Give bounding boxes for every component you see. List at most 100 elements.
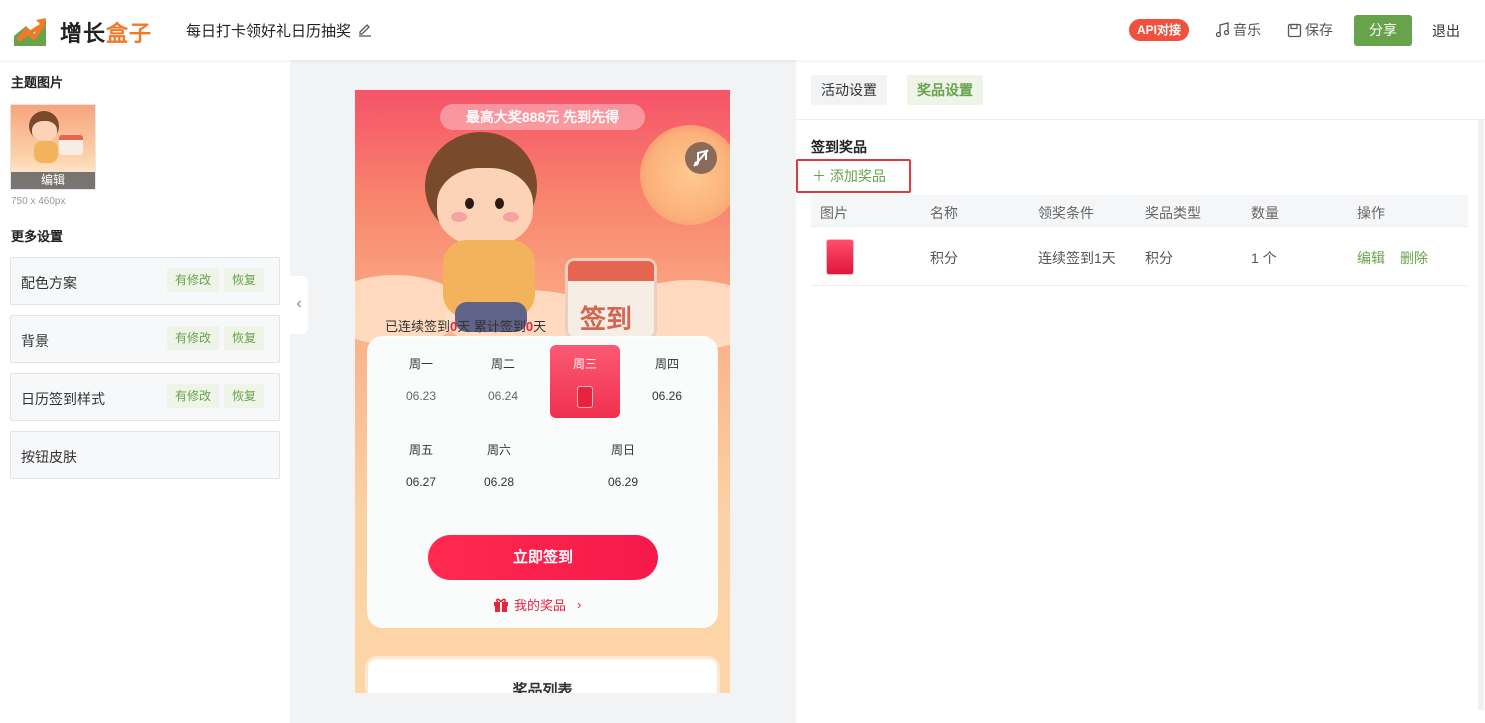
top-header: 增长盒子 每日打卡领好礼日历抽奖 API对接 音乐 保存 分享 退出 <box>0 0 1485 60</box>
character-cheek <box>451 212 467 222</box>
calendar-day[interactable]: 周四 06.26 <box>632 345 702 418</box>
streak-unit: 天 <box>457 319 471 334</box>
thumb-calendar <box>59 135 83 155</box>
column-header: 名称 <box>930 205 958 221</box>
weekday-label: 周三 <box>572 357 597 371</box>
weekday-label: 周日 <box>610 443 635 457</box>
calendar-day[interactable]: 周五 06.27 <box>386 431 456 504</box>
save-button[interactable]: 保存 <box>1287 20 1333 40</box>
date-label: 06.28 <box>483 475 515 489</box>
column-header: 图片 <box>820 205 848 221</box>
table-row: 积分 连续签到1天 积分 1 个 编辑 删除 <box>811 227 1468 286</box>
api-integration-badge[interactable]: API对接 <box>1129 19 1190 41</box>
character-eye <box>465 198 474 209</box>
date-label: 06.26 <box>651 389 683 403</box>
add-prize-button[interactable]: ＋ 添加奖品 <box>796 159 911 193</box>
sun-decoration <box>640 125 730 225</box>
total-prefix: 累计签到 <box>473 319 526 334</box>
prize-quantity: 1 个 <box>1251 250 1277 266</box>
right-config-panel: 活动设置 奖品设置 签到奖品 ＋ 添加奖品 图片 名称 领奖条件 奖品类型 数量… <box>796 60 1485 723</box>
promo-banner: 最高大奖888元 先到先得 <box>440 104 645 130</box>
weekday-label: 周二 <box>490 357 515 371</box>
brand-name-part1: 增长 <box>60 21 107 46</box>
vertical-scrollbar[interactable] <box>1478 120 1484 710</box>
my-prizes-label: 我的奖品 <box>514 598 567 613</box>
weekday-label: 周四 <box>654 357 679 371</box>
floppy-disk-icon <box>1287 23 1302 37</box>
modified-tag: 有修改 <box>167 384 220 408</box>
calendar-header <box>568 261 654 281</box>
chevron-right-icon: › <box>577 597 582 612</box>
project-title: 每日打卡领好礼日历抽奖 <box>186 23 352 40</box>
gift-icon <box>494 598 508 612</box>
modified-tag: 有修改 <box>167 326 220 350</box>
setting-calendar-style[interactable]: 日历签到样式 有修改 恢复 <box>10 373 280 421</box>
setting-background[interactable]: 背景 有修改 恢复 <box>10 315 280 363</box>
calendar-day-today[interactable]: 周三 <box>550 345 620 418</box>
calendar-day[interactable]: 周六 06.28 <box>464 431 534 504</box>
delete-prize-button[interactable]: 删除 <box>1400 248 1428 268</box>
plus-icon: ＋ <box>812 168 826 184</box>
character-face <box>437 168 533 246</box>
tab-activity-settings[interactable]: 活动设置 <box>811 75 887 105</box>
my-prizes-link[interactable]: 我的奖品 › <box>493 595 581 614</box>
collapse-panel-button[interactable]: ‹ <box>290 276 308 334</box>
restore-button[interactable]: 恢复 <box>224 326 265 350</box>
music-note-icon <box>1215 22 1230 38</box>
setting-color-scheme[interactable]: 配色方案 有修改 恢复 <box>10 257 280 305</box>
growth-logo-icon <box>14 18 46 46</box>
date-label: 06.29 <box>607 475 639 489</box>
checkin-button[interactable]: 立即签到 <box>428 535 658 580</box>
column-header: 数量 <box>1251 205 1279 221</box>
prize-list-card: 奖品列表 <box>365 656 720 693</box>
calendar-day[interactable]: 周日 06.29 <box>588 431 658 504</box>
logout-button[interactable]: 退出 <box>1432 21 1460 41</box>
restore-button[interactable]: 恢复 <box>224 384 265 408</box>
music-label: 音乐 <box>1233 22 1261 38</box>
setting-button-skin[interactable]: 按钮皮肤 <box>10 431 280 479</box>
date-label: 06.24 <box>487 389 519 403</box>
theme-image-thumbnail[interactable]: 编辑 <box>10 104 96 190</box>
music-toggle-button[interactable] <box>685 142 717 174</box>
prize-name: 积分 <box>930 250 958 266</box>
weekday-label: 周五 <box>408 443 433 457</box>
checkin-prizes-title: 签到奖品 <box>811 139 867 155</box>
table-header: 图片 名称 领奖条件 奖品类型 数量 操作 <box>811 195 1468 227</box>
calendar-day[interactable]: 周一 06.23 <box>386 345 456 418</box>
theme-image-edit-button[interactable]: 编辑 <box>11 172 95 189</box>
date-label: 06.27 <box>405 475 437 489</box>
edit-prize-button[interactable]: 编辑 <box>1357 248 1385 268</box>
theme-image-title: 主题图片 <box>11 75 64 90</box>
character-eye <box>495 198 504 209</box>
save-label: 保存 <box>1305 22 1333 38</box>
setting-label: 日历签到样式 <box>21 391 105 407</box>
red-packet-icon <box>577 386 593 408</box>
prize-condition: 连续签到1天 <box>1038 250 1116 266</box>
calendar-day[interactable]: 周二 06.24 <box>468 345 538 418</box>
total-unit: 天 <box>533 319 547 334</box>
calendar-sign-text: 签到 <box>580 304 633 334</box>
tab-prize-settings[interactable]: 奖品设置 <box>907 75 983 105</box>
calendar-illustration: 签到 <box>565 258 657 340</box>
prize-list-title: 奖品列表 <box>512 682 573 693</box>
restore-button[interactable]: 恢复 <box>224 268 265 292</box>
column-header: 奖品类型 <box>1145 205 1201 221</box>
setting-label: 背景 <box>21 333 49 349</box>
setting-label: 配色方案 <box>21 275 77 291</box>
weekday-label: 周六 <box>486 443 511 457</box>
streak-prefix: 已连续签到 <box>385 319 451 334</box>
tab-divider <box>796 119 1485 120</box>
calendar-card: 周一 06.23 周二 06.24 周三 周四 06.26 周五 06.27 周六 06.… <box>367 336 718 628</box>
brand-name-part2: 盒子 <box>106 21 153 46</box>
theme-image-size: 750 x 460px <box>11 196 66 207</box>
date-label: 06.23 <box>405 389 437 403</box>
prize-type: 积分 <box>1145 250 1173 266</box>
music-off-icon <box>693 149 709 167</box>
more-settings-title: 更多设置 <box>11 229 64 244</box>
music-button[interactable]: 音乐 <box>1214 20 1261 40</box>
edit-title-icon[interactable] <box>357 21 373 37</box>
share-button[interactable]: 分享 <box>1354 15 1412 46</box>
brand-name: 增长盒子 <box>60 16 152 48</box>
thumb-character-body <box>34 141 58 163</box>
thumb-character-face <box>32 121 57 141</box>
